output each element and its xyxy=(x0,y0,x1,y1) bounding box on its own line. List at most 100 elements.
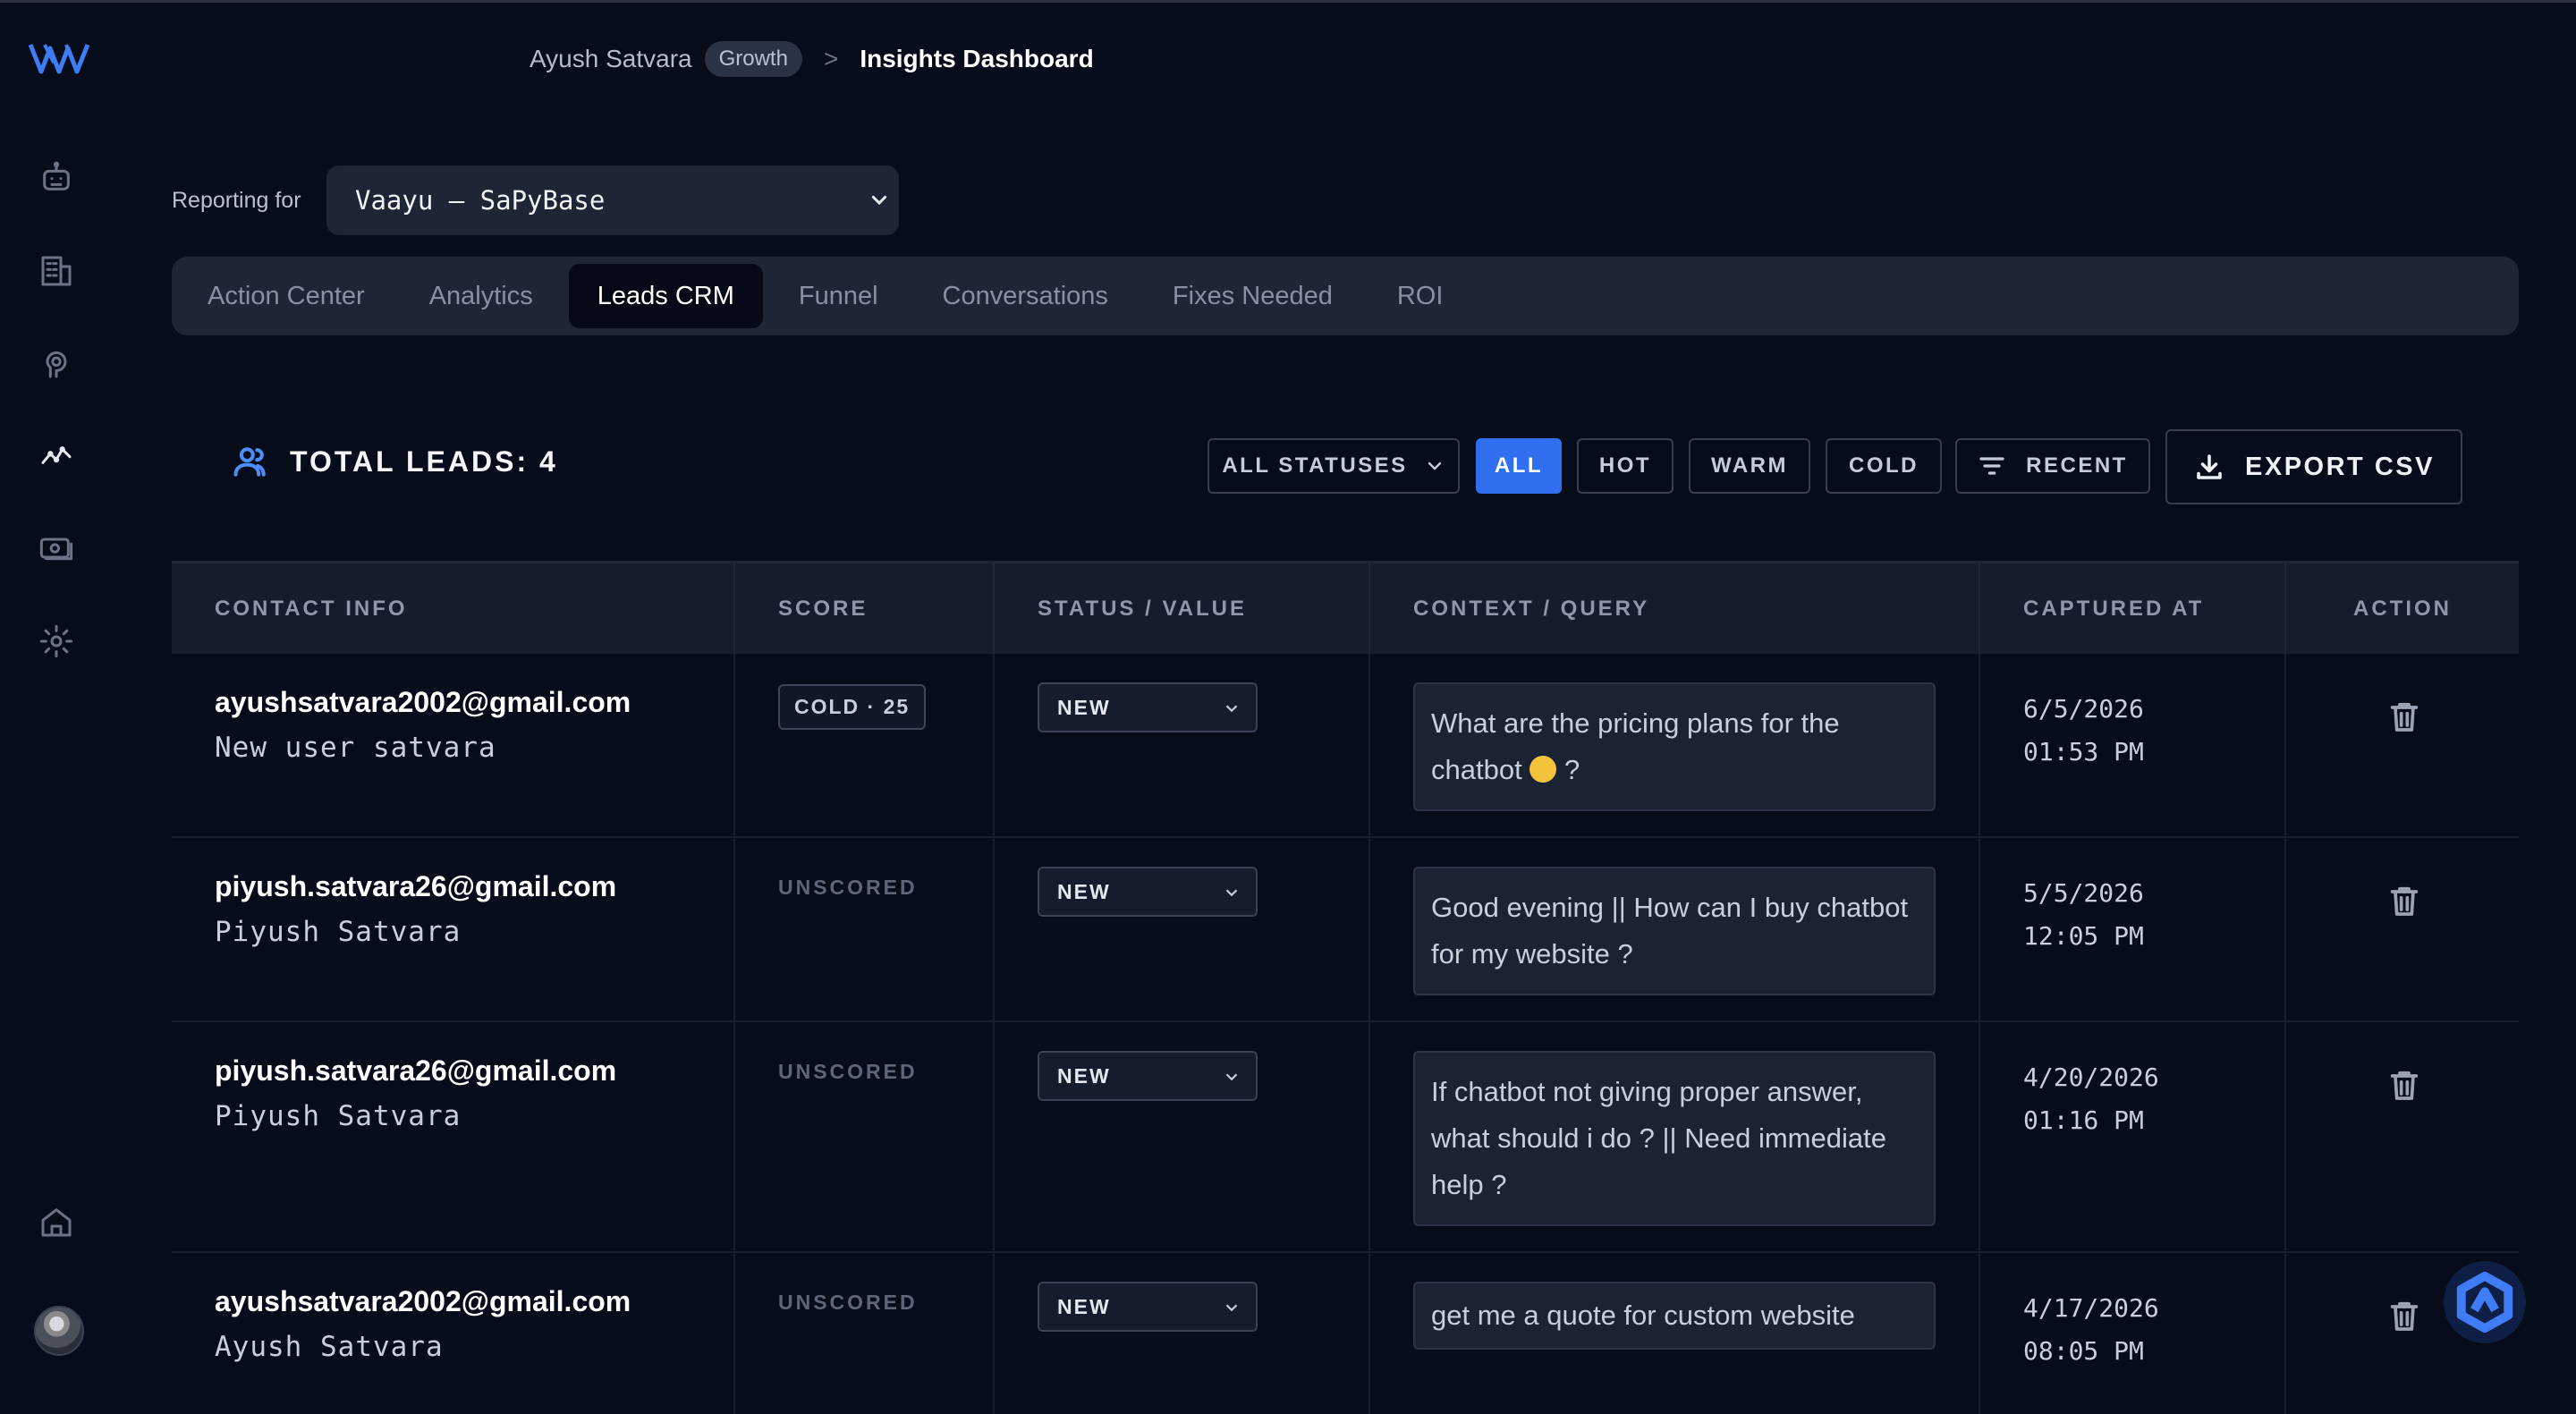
status-cell: NEW xyxy=(995,838,1370,1020)
chevron-down-icon xyxy=(1225,1073,1238,1081)
captured-date: 5/5/2026 xyxy=(2023,878,2144,908)
query-cell: What are the pricing plans for the chatb… xyxy=(1370,654,1980,836)
chevron-down-icon xyxy=(871,195,887,206)
contact-cell: piyush.satvara26@gmail.com Piyush Satvar… xyxy=(172,838,735,1020)
score-cell: COLD · 25 xyxy=(735,654,995,836)
chevron-down-icon xyxy=(1225,889,1238,897)
export-label: EXPORT CSV xyxy=(2245,452,2435,481)
building-icon[interactable] xyxy=(36,250,77,292)
money-icon[interactable] xyxy=(36,528,77,569)
lead-name: Piyush Satvara xyxy=(215,1100,462,1132)
sidebar xyxy=(0,0,116,1393)
captured-cell: 4/17/2026 08:05 PM xyxy=(1980,1253,2286,1414)
col-action: ACTION xyxy=(2353,596,2452,621)
chat-logo-icon xyxy=(2456,1271,2513,1334)
table-header: CONTACT INFO SCORE STATUS / VALUE CONTEX… xyxy=(172,561,2519,654)
status-select[interactable]: NEW xyxy=(1038,867,1258,917)
tab-funnel[interactable]: Funnel xyxy=(770,264,907,328)
export-csv-button[interactable]: EXPORT CSV xyxy=(2165,429,2462,504)
settings-icon[interactable] xyxy=(36,621,77,662)
filter-all-button[interactable]: ALL xyxy=(1476,438,1562,494)
status-value: NEW xyxy=(1057,1063,1111,1088)
contact-cell: ayushsatvara2002@gmail.com New user satv… xyxy=(172,654,735,836)
money-mouth-emoji-icon xyxy=(1530,756,1557,783)
status-filter-dropdown[interactable]: ALL STATUSES xyxy=(1208,438,1460,494)
status-select[interactable]: NEW xyxy=(1038,1051,1258,1101)
delete-trash-icon[interactable] xyxy=(2386,1298,2422,1334)
col-score: SCORE xyxy=(735,563,995,654)
tab-roi[interactable]: ROI xyxy=(1368,264,1472,328)
status-filter-label: ALL STATUSES xyxy=(1222,453,1408,478)
status-cell: NEW xyxy=(995,654,1370,836)
contact-cell: piyush.satvara26@gmail.com Piyush Satvar… xyxy=(172,1022,735,1251)
brand-logo-icon[interactable] xyxy=(27,36,98,80)
query-text: If chatbot not giving proper answer, wha… xyxy=(1431,1076,1886,1200)
delete-trash-icon[interactable] xyxy=(2386,1067,2422,1103)
status-value: NEW xyxy=(1057,1294,1111,1318)
captured-time: 08:05 PM xyxy=(2023,1336,2144,1366)
users-icon xyxy=(233,447,266,477)
tab-action-center[interactable]: Action Center xyxy=(179,264,394,328)
avatar[interactable] xyxy=(34,1306,84,1356)
lead-email[interactable]: piyush.satvara26@gmail.com xyxy=(215,870,733,903)
captured-date: 4/20/2026 xyxy=(2023,1063,2159,1092)
chevron-down-icon xyxy=(1225,705,1238,713)
contact-cell: ayushsatvara2002@gmail.com Ayush Satvara xyxy=(172,1253,735,1414)
query-cell: get me a quote for custom website xyxy=(1370,1253,1980,1414)
table-row: piyush.satvara26@gmail.com Piyush Satvar… xyxy=(172,838,2519,1022)
col-contact-info: CONTACT INFO xyxy=(172,563,735,654)
status-value: NEW xyxy=(1057,695,1111,719)
query-box: get me a quote for custom website xyxy=(1413,1282,1936,1350)
home-icon[interactable] xyxy=(36,1201,77,1242)
lead-email[interactable]: ayushsatvara2002@gmail.com xyxy=(215,686,733,719)
lead-email[interactable]: piyush.satvara26@gmail.com xyxy=(215,1054,733,1088)
project-select-value: Vaayu — SaPyBase xyxy=(355,185,606,216)
query-text: Good evening || How can I buy chatbot fo… xyxy=(1431,892,1909,969)
score-cell: UNSCORED xyxy=(735,1253,995,1414)
table-row: ayushsatvara2002@gmail.com Ayush Satvara… xyxy=(172,1253,2519,1414)
action-cell xyxy=(2286,1022,2519,1251)
tab-fixes-needed[interactable]: Fixes Needed xyxy=(1144,264,1361,328)
project-select[interactable]: Vaayu — SaPyBase xyxy=(326,165,899,235)
breadcrumb-user[interactable]: Ayush Satvara xyxy=(530,45,692,73)
captured-time: 01:16 PM xyxy=(2023,1105,2144,1135)
delete-trash-icon[interactable] xyxy=(2386,883,2422,919)
analytics-icon[interactable] xyxy=(36,435,77,476)
captured-date: 4/17/2026 xyxy=(2023,1293,2159,1323)
filter-warm-button[interactable]: WARM xyxy=(1689,438,1810,494)
brain-icon[interactable] xyxy=(36,343,77,384)
score-cell: UNSCORED xyxy=(735,1022,995,1251)
col-status-value: STATUS / VALUE xyxy=(995,563,1370,654)
bot-icon[interactable] xyxy=(36,157,77,198)
query-cell: If chatbot not giving proper answer, wha… xyxy=(1370,1022,1980,1251)
sort-recent-button[interactable]: RECENT xyxy=(1955,438,2150,494)
breadcrumb-separator: > xyxy=(823,45,839,72)
filter-cold-button[interactable]: COLD xyxy=(1826,438,1942,494)
tab-leads-crm[interactable]: Leads CRM xyxy=(568,264,763,328)
captured-cell: 5/5/2026 12:05 PM xyxy=(1980,838,2286,1020)
plan-badge: Growth xyxy=(704,41,802,77)
sort-icon xyxy=(1979,457,2004,475)
download-icon xyxy=(2197,454,2222,479)
filter-hot-button[interactable]: HOT xyxy=(1577,438,1674,494)
table-row: piyush.satvara26@gmail.com Piyush Satvar… xyxy=(172,1022,2519,1253)
query-cell: Good evening || How can I buy chatbot fo… xyxy=(1370,838,1980,1020)
lead-email[interactable]: ayushsatvara2002@gmail.com xyxy=(215,1285,733,1318)
captured-time: 01:53 PM xyxy=(2023,737,2144,766)
score-badge: COLD · 25 xyxy=(778,684,927,730)
status-select[interactable]: NEW xyxy=(1038,1282,1258,1332)
score-unscored: UNSCORED xyxy=(778,876,918,899)
captured-date: 6/5/2026 xyxy=(2023,694,2144,724)
tab-conversations[interactable]: Conversations xyxy=(914,264,1137,328)
chevron-down-icon xyxy=(1428,461,1441,470)
leads-table: CONTACT INFO SCORE STATUS / VALUE CONTEX… xyxy=(172,561,2519,1414)
action-cell xyxy=(2286,654,2519,836)
query-box: Good evening || How can I buy chatbot fo… xyxy=(1413,867,1936,995)
delete-trash-icon[interactable] xyxy=(2386,699,2422,734)
status-value: NEW xyxy=(1057,879,1111,903)
score-unscored: UNSCORED xyxy=(778,1291,918,1314)
page-title: Insights Dashboard xyxy=(860,45,1094,72)
tab-analytics[interactable]: Analytics xyxy=(401,264,562,328)
chat-widget-button[interactable] xyxy=(2444,1261,2526,1343)
status-select[interactable]: NEW xyxy=(1038,682,1258,732)
